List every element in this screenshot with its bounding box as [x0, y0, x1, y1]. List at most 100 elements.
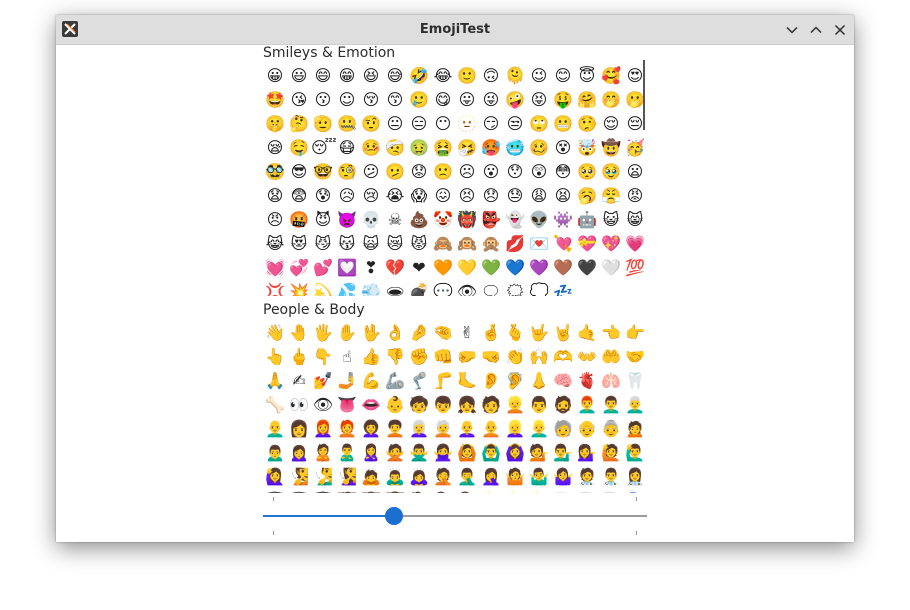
emoji-cell[interactable]: 💝 [575, 232, 599, 256]
emoji-cell[interactable]: 🥵 [479, 136, 503, 160]
emoji-cell[interactable]: 💫 [311, 280, 335, 296]
emoji-cell[interactable]: 🧒 [407, 393, 431, 417]
emoji-cell[interactable]: 😮 [479, 160, 503, 184]
emoji-cell[interactable]: 😒 [503, 112, 527, 136]
emoji-cell[interactable]: 👽 [527, 208, 551, 232]
emoji-cell[interactable]: 👧 [455, 393, 479, 417]
emoji-cell[interactable]: 👨‍🦰 [575, 393, 599, 417]
emoji-cell[interactable]: 🙎‍♀️ [359, 441, 383, 465]
emoji-cell[interactable]: 💖 [599, 232, 623, 256]
emoji-cell[interactable]: 👍 [359, 345, 383, 369]
emoji-cell[interactable]: 💬 [431, 280, 455, 296]
emoji-cell[interactable]: 👨‍🦲 [263, 417, 287, 441]
emoji-cell[interactable]: 😿 [383, 232, 407, 256]
emoji-cell[interactable]: 👨‍🦳 [623, 393, 647, 417]
emoji-cell[interactable]: 🤯 [575, 136, 599, 160]
emoji-cell[interactable]: 😈 [311, 208, 335, 232]
emoji-cell[interactable]: 🤌 [407, 321, 431, 345]
emoji-cell[interactable]: 👩 [287, 417, 311, 441]
emoji-cell[interactable]: 🤮 [431, 136, 455, 160]
emoji-cell[interactable]: 💜 [527, 256, 551, 280]
emoji-cell[interactable]: 😰 [311, 184, 335, 208]
emoji-cell[interactable]: 🙍‍♂️ [263, 441, 287, 465]
emoji-cell[interactable]: 💁‍♂️ [551, 441, 575, 465]
emoji-cell[interactable]: 👃 [527, 369, 551, 393]
emoji-cell[interactable]: 🤷‍♂️ [527, 465, 551, 489]
emoji-cell[interactable]: 🗯 [503, 280, 527, 296]
emoji-cell[interactable]: 🥱 [575, 184, 599, 208]
emoji-cell[interactable]: 🤛 [455, 345, 479, 369]
emoji-cell[interactable]: 😵 [551, 136, 575, 160]
emoji-cell[interactable]: 👵 [599, 417, 623, 441]
emoji-cell[interactable]: 🧑‍⚖️ [407, 489, 431, 493]
emoji-cell[interactable]: ☹ [455, 160, 479, 184]
emoji-cell[interactable]: 💢 [263, 280, 287, 296]
emoji-cell[interactable]: 👇 [311, 345, 335, 369]
emoji-cell[interactable]: 🙅‍♂️ [407, 441, 431, 465]
emoji-cell[interactable]: 🕳 [383, 280, 407, 296]
emoji-cell[interactable]: 👦 [431, 393, 455, 417]
emoji-cell[interactable]: 🧡 [431, 256, 455, 280]
emoji-cell[interactable]: 😧 [263, 184, 287, 208]
emoji-cell[interactable]: 🤠 [599, 136, 623, 160]
emoji-cell[interactable]: 🥸 [263, 160, 287, 184]
emoji-cell[interactable]: 😲 [527, 160, 551, 184]
emoji-cell[interactable]: 👏 [503, 345, 527, 369]
emoji-cell[interactable]: 🙆‍♂️ [479, 441, 503, 465]
emoji-cell[interactable]: 😜 [479, 88, 503, 112]
emoji-cell[interactable]: 👻 [503, 208, 527, 232]
emoji-cell[interactable]: 👅 [335, 393, 359, 417]
emoji-cell[interactable]: 🙉 [455, 232, 479, 256]
emoji-cell[interactable]: 🤲 [599, 345, 623, 369]
emoji-cell[interactable]: 💔 [383, 256, 407, 280]
emoji-cell[interactable]: 🧑‍🦱 [383, 417, 407, 441]
emoji-cell[interactable]: 😭 [383, 184, 407, 208]
emoji-cell[interactable]: 🤥 [575, 112, 599, 136]
emoji-cell[interactable]: 🤷‍♀️ [551, 465, 575, 489]
emoji-cell[interactable]: 🧑‍🏫 [335, 489, 359, 493]
vertical-scrollbar[interactable] [643, 60, 645, 130]
emoji-cell[interactable]: 🧑‍🦲 [479, 417, 503, 441]
emoji-cell[interactable]: 💘 [551, 232, 575, 256]
emoji-cell[interactable]: 👴 [575, 417, 599, 441]
emoji-cell[interactable]: 💗 [623, 232, 647, 256]
emoji-cell[interactable]: 🙇‍♂️ [383, 465, 407, 489]
emoji-cell[interactable]: 🧏‍♀️ [335, 465, 359, 489]
emoji-cell[interactable]: 😃 [287, 64, 311, 88]
emoji-cell[interactable]: 🤕 [383, 136, 407, 160]
emoji-cell[interactable]: 👨‍🍳 [575, 489, 599, 493]
emoji-cell[interactable]: 🤝 [623, 345, 647, 369]
emoji-cell[interactable]: 🙎‍♂️ [335, 441, 359, 465]
emoji-cell[interactable]: 😦 [623, 160, 647, 184]
emoji-cell[interactable]: 👾 [551, 208, 575, 232]
emoji-cell[interactable]: 😻 [287, 232, 311, 256]
emoji-cell[interactable]: 🙂 [455, 64, 479, 88]
emoji-cell[interactable]: 🙈 [431, 232, 455, 256]
emoji-cell[interactable]: 🤓 [311, 160, 335, 184]
emoji-cell[interactable]: 👨‍⚖️ [431, 489, 455, 493]
emoji-cell[interactable]: 🤎 [551, 256, 575, 280]
emoji-cell[interactable]: 🤙 [575, 321, 599, 345]
emoji-cell[interactable]: 🙄 [527, 112, 551, 136]
emoji-cell[interactable]: 🙃 [479, 64, 503, 88]
emoji-cell[interactable]: 👆 [263, 345, 287, 369]
emoji-cell[interactable]: 🙊 [479, 232, 503, 256]
emoji-cell[interactable]: 👩‍🦱 [359, 417, 383, 441]
emoji-cell[interactable]: 🥳 [623, 136, 647, 160]
emoji-cell[interactable]: 🥴 [527, 136, 551, 160]
emoji-cell[interactable]: 😇 [575, 64, 599, 88]
emoji-cell[interactable]: 🧑‍🍳 [551, 489, 575, 493]
emoji-cell[interactable]: 🤗 [575, 88, 599, 112]
emoji-cell[interactable]: 🦻 [503, 369, 527, 393]
emoji-cell[interactable]: 👨‍🌾 [503, 489, 527, 493]
emoji-cell[interactable]: 😗 [311, 88, 335, 112]
emoji-cell[interactable]: 😀 [263, 64, 287, 88]
emoji-cell[interactable]: 😫 [551, 184, 575, 208]
emoji-cell[interactable]: 🥺 [575, 160, 599, 184]
emoji-cell[interactable]: 😏 [479, 112, 503, 136]
emoji-cell[interactable]: 🦴 [263, 393, 287, 417]
emoji-cell[interactable]: 💣 [407, 280, 431, 296]
emoji-cell[interactable]: 🤨 [359, 112, 383, 136]
emoji-cell[interactable]: 👺 [479, 208, 503, 232]
emoji-cell[interactable]: 👱 [503, 393, 527, 417]
